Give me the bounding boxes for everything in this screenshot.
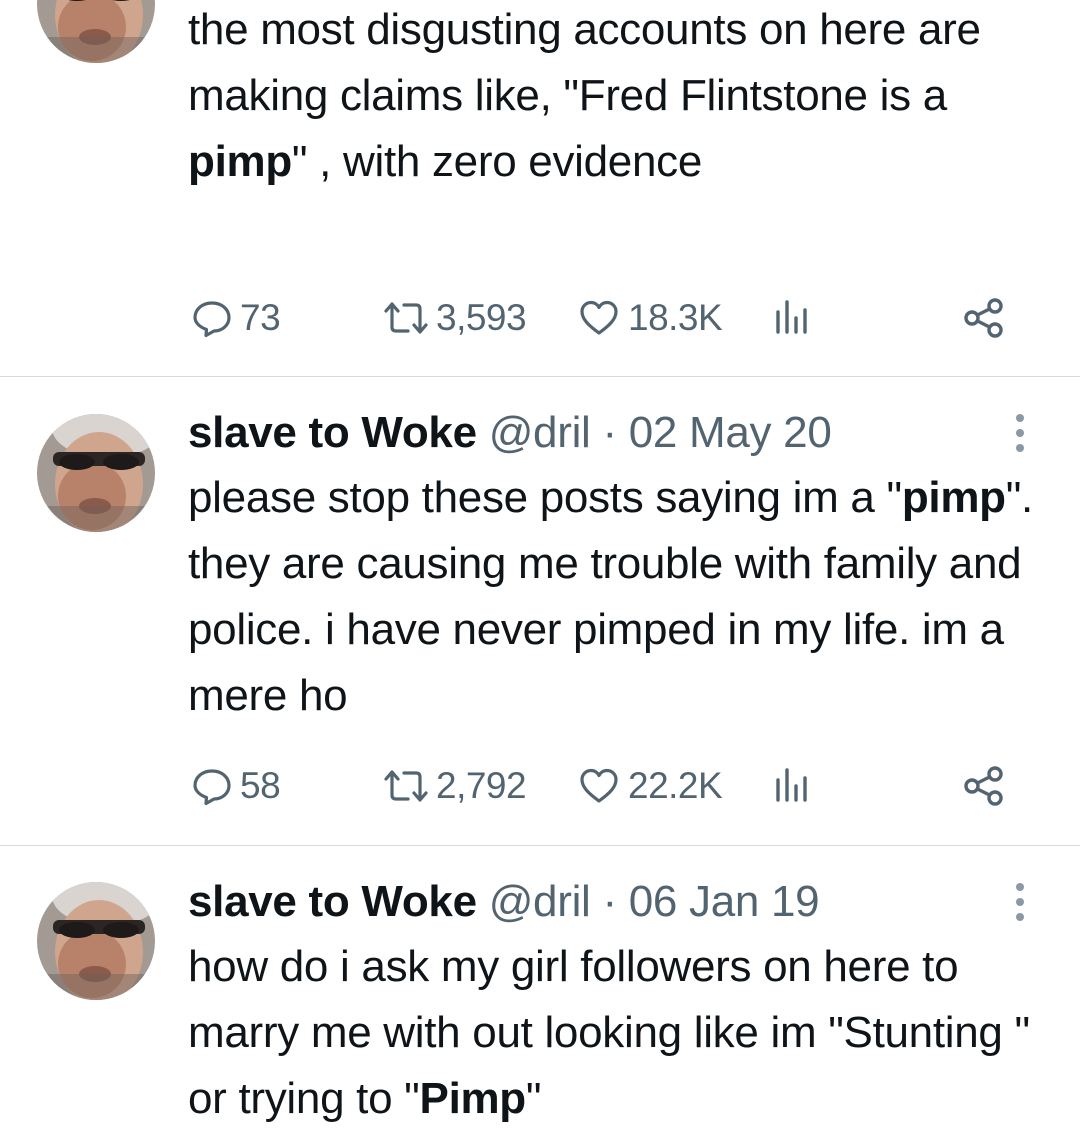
like-button[interactable]: 18.3K — [578, 293, 723, 343]
heart-icon — [578, 298, 620, 338]
timestamp[interactable]: 06 Jan 19 — [629, 877, 820, 926]
views-button[interactable] — [772, 761, 812, 811]
share-button[interactable] — [962, 293, 1006, 343]
reply-button[interactable]: 73 — [192, 293, 281, 343]
retweet-count: 2,792 — [436, 765, 527, 806]
retweet-count: 3,593 — [436, 297, 527, 338]
avatar[interactable] — [37, 882, 155, 1000]
handle[interactable]: @dril — [489, 877, 591, 926]
tweet-actions: 73 3,593 18.3K — [188, 293, 1018, 343]
like-button[interactable]: 22.2K — [578, 761, 723, 811]
tweet-1[interactable]: the most disgusting accounts on here are… — [0, 0, 1080, 376]
tweet-text-bold: pimp — [901, 473, 1006, 522]
share-icon — [962, 764, 1006, 808]
tweet-3[interactable]: slave to Woke @dril · 06 Jan 19 how do i… — [0, 846, 1080, 1126]
tweet-text-part: the most disgusting accounts on here are… — [188, 5, 981, 120]
views-button[interactable] — [772, 293, 812, 343]
tweet-text-bold: pimp — [188, 137, 292, 186]
timestamp[interactable]: 02 May 20 — [629, 408, 832, 457]
retweet-button[interactable]: 3,593 — [380, 293, 527, 343]
bar-chart-icon — [772, 298, 812, 338]
handle[interactable]: @dril — [489, 408, 591, 457]
tweet-text-part: how do i ask my girl followers on here t… — [188, 942, 1030, 1123]
reply-button[interactable]: 58 — [192, 761, 281, 811]
retweet-icon — [380, 298, 432, 338]
display-name[interactable]: slave to Woke — [188, 877, 477, 926]
retweet-icon — [380, 766, 432, 806]
tweet-actions: 58 2,792 22.2K — [188, 761, 1018, 811]
tweet-header: slave to Woke @dril · 02 May 20 — [188, 407, 832, 459]
tweet-text-bold: Pimp — [419, 1074, 527, 1123]
tweet-header: slave to Woke @dril · 06 Jan 19 — [188, 876, 820, 928]
tweet-text-part: " , with zero evidence — [291, 137, 703, 186]
speech-bubble-icon — [192, 298, 232, 338]
more-options-button[interactable] — [1010, 412, 1030, 456]
separator: · — [602, 408, 617, 457]
tweet-text: please stop these posts saying im a "pim… — [188, 465, 1058, 729]
reply-count: 58 — [240, 765, 281, 806]
more-options-button[interactable] — [1010, 881, 1030, 925]
share-button[interactable] — [962, 761, 1006, 811]
display-name[interactable]: slave to Woke — [188, 408, 477, 457]
tweet-text: the most disgusting accounts on here are… — [188, 0, 1058, 195]
tweet-text-part: " — [525, 1074, 542, 1123]
like-count: 22.2K — [628, 765, 723, 806]
share-icon — [962, 296, 1006, 340]
tweet-2[interactable]: slave to Woke @dril · 02 May 20 please s… — [0, 377, 1080, 845]
retweet-button[interactable]: 2,792 — [380, 761, 527, 811]
separator: · — [602, 877, 617, 926]
heart-icon — [578, 766, 620, 806]
bar-chart-icon — [772, 766, 812, 806]
vertical-ellipsis-icon — [1010, 414, 1030, 460]
tweet-text-part: please stop these posts saying im a " — [188, 473, 902, 522]
avatar[interactable] — [37, 414, 155, 532]
vertical-ellipsis-icon — [1010, 883, 1030, 929]
like-count: 18.3K — [628, 297, 723, 338]
speech-bubble-icon — [192, 766, 232, 806]
tweet-text: how do i ask my girl followers on here t… — [188, 934, 1058, 1132]
reply-count: 73 — [240, 297, 281, 338]
avatar[interactable] — [37, 0, 155, 63]
